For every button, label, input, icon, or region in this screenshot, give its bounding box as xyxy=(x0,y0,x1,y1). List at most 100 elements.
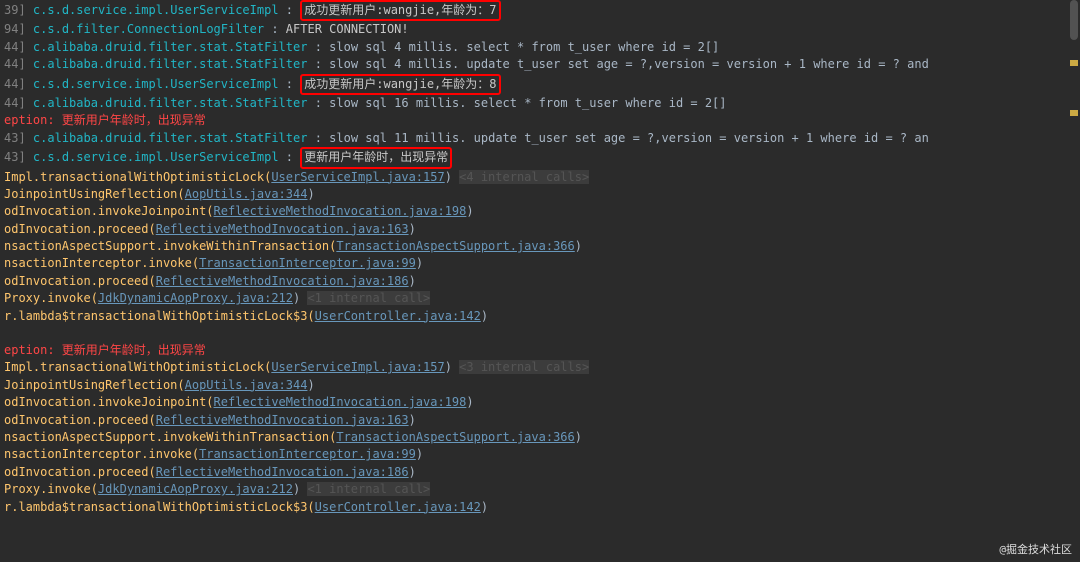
scrollbar-mark[interactable] xyxy=(1070,110,1078,116)
stack-line: odInvocation.invokeJoinpoint(ReflectiveM… xyxy=(0,394,1080,411)
stack-line: odInvocation.proceed(ReflectiveMethodInv… xyxy=(0,464,1080,481)
stack-line: odInvocation.proceed(ReflectiveMethodInv… xyxy=(0,412,1080,429)
log-line: eption: 更新用户年龄时，出现异常 xyxy=(0,342,1080,359)
stack-method: odInvocation.proceed( xyxy=(4,274,156,288)
watermark: @掘金技术社区 xyxy=(999,542,1072,558)
stack-line: odInvocation.proceed(ReflectiveMethodInv… xyxy=(0,221,1080,238)
source-link[interactable]: TransactionInterceptor.java:99 xyxy=(199,447,416,461)
source-link[interactable]: ReflectiveMethodInvocation.java:198 xyxy=(214,395,467,409)
log-line: 39] c.s.d.service.impl.UserServiceImpl :… xyxy=(0,0,1080,21)
internal-calls: <4 internal calls> xyxy=(459,170,589,184)
line-num: 39] xyxy=(4,3,26,17)
stack-line: Impl.transactionalWithOptimisticLock(Use… xyxy=(0,169,1080,186)
exception-text: eption: 更新用户年龄时，出现异常 xyxy=(4,113,206,127)
source-link[interactable]: TransactionInterceptor.java:99 xyxy=(199,256,416,270)
source-link[interactable]: JdkDynamicAopProxy.java:212 xyxy=(98,291,293,305)
stack-method: Impl.transactionalWithOptimisticLock( xyxy=(4,360,271,374)
source-link[interactable]: ReflectiveMethodInvocation.java:186 xyxy=(156,465,409,479)
internal-calls: <1 internal call> xyxy=(307,291,430,305)
source-link[interactable]: JdkDynamicAopProxy.java:212 xyxy=(98,482,293,496)
stack-line: nsactionInterceptor.invoke(TransactionIn… xyxy=(0,255,1080,272)
stack-line: Impl.transactionalWithOptimisticLock(Use… xyxy=(0,359,1080,376)
source-link[interactable]: TransactionAspectSupport.java:366 xyxy=(336,239,574,253)
line-num: 44] xyxy=(4,57,26,71)
exception-text: eption: 更新用户年龄时，出现异常 xyxy=(4,343,206,357)
stack-method: nsactionAspectSupport.invokeWithinTransa… xyxy=(4,239,336,253)
line-num: 44] xyxy=(4,77,26,91)
log-msg: 成功更新用户:wangjie,年龄为：8 xyxy=(304,77,496,91)
stack-line: nsactionAspectSupport.invokeWithinTransa… xyxy=(0,429,1080,446)
stack-method: nsactionAspectSupport.invokeWithinTransa… xyxy=(4,430,336,444)
stack-line: JoinpointUsingReflection(AopUtils.java:3… xyxy=(0,186,1080,203)
source-link[interactable]: ReflectiveMethodInvocation.java:163 xyxy=(156,413,409,427)
stack-line: odInvocation.invokeJoinpoint(ReflectiveM… xyxy=(0,203,1080,220)
log-line: 43] c.alibaba.druid.filter.stat.StatFilt… xyxy=(0,130,1080,147)
stack-method: r.lambda$transactionalWithOptimisticLock… xyxy=(4,309,315,323)
source-link[interactable]: UserController.java:142 xyxy=(315,500,481,514)
line-num: 44] xyxy=(4,40,26,54)
line-num: 44] xyxy=(4,96,26,110)
stack-method: odInvocation.invokeJoinpoint( xyxy=(4,395,214,409)
stack-method: nsactionInterceptor.invoke( xyxy=(4,256,199,270)
source-link[interactable]: AopUtils.java:344 xyxy=(185,187,308,201)
logger-name: c.alibaba.druid.filter.stat.StatFilter xyxy=(33,40,308,54)
source-link[interactable]: ReflectiveMethodInvocation.java:163 xyxy=(156,222,409,236)
log-line: 44] c.alibaba.druid.filter.stat.StatFilt… xyxy=(0,39,1080,56)
log-msg: AFTER CONNECTION! xyxy=(286,22,409,36)
stack-method: r.lambda$transactionalWithOptimisticLock… xyxy=(4,500,315,514)
logger-name: c.s.d.filter.ConnectionLogFilter xyxy=(33,22,264,36)
source-link[interactable]: TransactionAspectSupport.java:366 xyxy=(336,430,574,444)
stack-method: Proxy.invoke( xyxy=(4,482,98,496)
source-link[interactable]: ReflectiveMethodInvocation.java:186 xyxy=(156,274,409,288)
stack-line: odInvocation.proceed(ReflectiveMethodInv… xyxy=(0,273,1080,290)
stack-method: JoinpointUsingReflection( xyxy=(4,187,185,201)
stack-line: Proxy.invoke(JdkDynamicAopProxy.java:212… xyxy=(0,290,1080,307)
blank-line xyxy=(0,325,1080,342)
stack-method: JoinpointUsingReflection( xyxy=(4,378,185,392)
stack-method: Proxy.invoke( xyxy=(4,291,98,305)
internal-calls: <1 internal call> xyxy=(307,482,430,496)
log-msg: slow sql 4 millis. update t_user set age… xyxy=(329,57,929,71)
stack-line: nsactionAspectSupport.invokeWithinTransa… xyxy=(0,238,1080,255)
logger-name: c.alibaba.druid.filter.stat.StatFilter xyxy=(33,131,308,145)
source-link[interactable]: UserController.java:142 xyxy=(315,309,481,323)
stack-line: JoinpointUsingReflection(AopUtils.java:3… xyxy=(0,377,1080,394)
highlight-box: 更新用户年龄时，出现异常 xyxy=(300,147,452,168)
log-msg: slow sql 11 millis. update t_user set ag… xyxy=(329,131,929,145)
internal-calls: <3 internal calls> xyxy=(459,360,589,374)
source-link[interactable]: UserServiceImpl.java:157 xyxy=(271,170,444,184)
logger-name: c.s.d.service.impl.UserServiceImpl xyxy=(33,77,279,91)
scrollbar-mark[interactable] xyxy=(1070,60,1078,66)
logger-name: c.s.d.service.impl.UserServiceImpl xyxy=(33,150,279,164)
stack-method: nsactionInterceptor.invoke( xyxy=(4,447,199,461)
source-link[interactable]: ReflectiveMethodInvocation.java:198 xyxy=(214,204,467,218)
line-num: 94] xyxy=(4,22,26,36)
logger-name: c.s.d.service.impl.UserServiceImpl xyxy=(33,3,279,17)
log-msg: slow sql 4 millis. select * from t_user … xyxy=(329,40,719,54)
log-msg: 更新用户年龄时，出现异常 xyxy=(304,150,448,164)
highlight-box: 成功更新用户:wangjie,年龄为：7 xyxy=(300,0,500,21)
stack-method: odInvocation.proceed( xyxy=(4,465,156,479)
log-line: 94] c.s.d.filter.ConnectionLogFilter : A… xyxy=(0,21,1080,38)
stack-line: r.lambda$transactionalWithOptimisticLock… xyxy=(0,499,1080,516)
log-line: 44] c.alibaba.druid.filter.stat.StatFilt… xyxy=(0,56,1080,73)
log-line: 44] c.alibaba.druid.filter.stat.StatFilt… xyxy=(0,95,1080,112)
source-link[interactable]: AopUtils.java:344 xyxy=(185,378,308,392)
stack-method: odInvocation.invokeJoinpoint( xyxy=(4,204,214,218)
log-line: 43] c.s.d.service.impl.UserServiceImpl :… xyxy=(0,147,1080,168)
line-num: 43] xyxy=(4,150,26,164)
stack-line: nsactionInterceptor.invoke(TransactionIn… xyxy=(0,446,1080,463)
source-link[interactable]: UserServiceImpl.java:157 xyxy=(271,360,444,374)
log-msg: slow sql 16 millis. select * from t_user… xyxy=(329,96,726,110)
stack-method: odInvocation.proceed( xyxy=(4,222,156,236)
log-line: 44] c.s.d.service.impl.UserServiceImpl :… xyxy=(0,74,1080,95)
highlight-box: 成功更新用户:wangjie,年龄为：8 xyxy=(300,74,500,95)
logger-name: c.alibaba.druid.filter.stat.StatFilter xyxy=(33,96,308,110)
line-num: 43] xyxy=(4,131,26,145)
stack-method: odInvocation.proceed( xyxy=(4,413,156,427)
log-line: eption: 更新用户年龄时，出现异常 xyxy=(0,112,1080,129)
log-msg: 成功更新用户:wangjie,年龄为：7 xyxy=(304,3,496,17)
stack-line: r.lambda$transactionalWithOptimisticLock… xyxy=(0,308,1080,325)
stack-line: Proxy.invoke(JdkDynamicAopProxy.java:212… xyxy=(0,481,1080,498)
scrollbar-thumb[interactable] xyxy=(1070,0,1078,40)
